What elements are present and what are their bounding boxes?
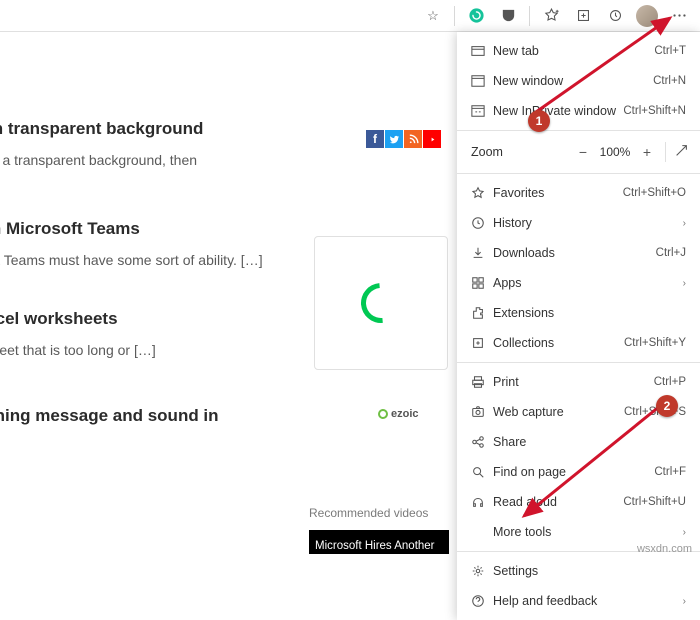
menu-inprivate[interactable]: New InPrivate window Ctrl+Shift+N <box>457 96 700 126</box>
menu-label: Collections <box>493 336 624 350</box>
inprivate-icon <box>471 104 493 118</box>
chevron-right-icon: › <box>683 218 686 229</box>
extensions-icon <box>471 306 493 320</box>
loading-spinner-icon <box>353 275 409 331</box>
print-icon <box>471 375 493 389</box>
rss-icon[interactable] <box>404 130 422 148</box>
collections-icon[interactable] <box>568 2 598 30</box>
shortcut: Ctrl+Shift+O <box>623 187 686 199</box>
menu-separator <box>457 362 700 363</box>
shortcut: Ctrl+P <box>654 376 686 388</box>
chevron-right-icon: › <box>683 278 686 289</box>
menu-label: Downloads <box>493 246 656 260</box>
video-tile[interactable]: Microsoft Hires Another <box>309 530 449 554</box>
favorites-icon <box>471 186 493 200</box>
web-capture-icon <box>471 405 493 419</box>
menu-label: Web capture <box>493 405 624 419</box>
shortcut: Ctrl+T <box>654 45 686 57</box>
read-aloud-icon <box>471 495 493 509</box>
browser-toolbar: ☆ <box>0 0 700 32</box>
menu-new-tab[interactable]: New tab Ctrl+T <box>457 36 700 66</box>
menu-find[interactable]: Find on page Ctrl+F <box>457 457 700 487</box>
grammarly-icon[interactable] <box>461 2 491 30</box>
zoom-in-button[interactable]: + <box>633 144 661 160</box>
shortcut: Ctrl+J <box>656 247 686 259</box>
menu-separator <box>457 173 700 174</box>
menu-collections[interactable]: Collections Ctrl+Shift+Y <box>457 328 700 358</box>
star-icon[interactable]: ☆ <box>418 2 448 30</box>
menu-share[interactable]: Share <box>457 427 700 457</box>
menu-label: Read aloud <box>493 495 623 509</box>
menu-label: New window <box>493 74 653 88</box>
history-icon <box>471 216 493 230</box>
zoom-out-button[interactable]: − <box>569 144 597 160</box>
find-icon <box>471 465 493 479</box>
recommended-videos: Recommended videos Microsoft Hires Anoth… <box>309 506 449 554</box>
menu-label: Apps <box>493 276 683 290</box>
separator <box>529 6 530 26</box>
menu-label: New InPrivate window <box>493 104 623 118</box>
shortcut: Ctrl+N <box>653 75 686 87</box>
favorites-icon[interactable] <box>536 2 566 30</box>
menu-label: Settings <box>493 564 686 578</box>
menu-label: Help and feedback <box>493 594 683 608</box>
fullscreen-button[interactable] <box>670 144 692 160</box>
menu-new-window[interactable]: New window Ctrl+N <box>457 66 700 96</box>
menu-history[interactable]: History › <box>457 208 700 238</box>
separator <box>454 6 455 26</box>
youtube-icon[interactable] <box>423 130 441 148</box>
menu-read-aloud[interactable]: Read aloud Ctrl+Shift+U <box>457 487 700 517</box>
menu-separator <box>457 130 700 131</box>
facebook-icon[interactable]: f <box>366 130 384 148</box>
annotation-badge-2: 2 <box>656 395 678 417</box>
chevron-right-icon: › <box>683 596 686 607</box>
twitter-icon[interactable] <box>385 130 403 148</box>
menu-help[interactable]: Help and feedback › <box>457 586 700 616</box>
social-icons: f <box>366 130 441 148</box>
new-window-icon <box>471 74 493 88</box>
profile-avatar[interactable] <box>632 2 662 30</box>
menu-label: Find on page <box>493 465 654 479</box>
menu-extensions[interactable]: Extensions <box>457 298 700 328</box>
shortcut: Ctrl+Shift+Y <box>624 337 686 349</box>
menu-label: History <box>493 216 683 230</box>
menu-downloads[interactable]: Downloads Ctrl+J <box>457 238 700 268</box>
downloads-icon <box>471 246 493 260</box>
article-excerpt: es with a transparent background, then <box>0 150 445 172</box>
menu-apps[interactable]: Apps › <box>457 268 700 298</box>
menu-label: Share <box>493 435 686 449</box>
shortcut: Ctrl+F <box>654 466 686 478</box>
menu-zoom: Zoom − 100% + <box>457 135 700 169</box>
menu-label: Favorites <box>493 186 623 200</box>
chevron-right-icon: › <box>683 527 686 538</box>
more-menu-button[interactable] <box>664 2 694 30</box>
annotation-badge-1: 1 <box>528 110 550 132</box>
browser-menu: New tab Ctrl+T New window Ctrl+N New InP… <box>457 32 700 620</box>
zoom-label: Zoom <box>471 145 526 159</box>
watermark: wsxdn.com <box>637 543 692 555</box>
ad-placeholder <box>314 236 448 370</box>
ublock-icon[interactable] <box>493 2 523 30</box>
ezoic-label[interactable]: ezoic <box>378 408 419 420</box>
collections-icon <box>471 336 493 350</box>
help-icon <box>471 594 493 608</box>
menu-label: New tab <box>493 44 654 58</box>
zoom-value: 100% <box>597 145 633 159</box>
menu-label: More tools <box>493 525 683 539</box>
menu-favorites[interactable]: Favorites Ctrl+Shift+O <box>457 178 700 208</box>
shortcut: Ctrl+Shift+U <box>623 496 686 508</box>
menu-print[interactable]: Print Ctrl+P <box>457 367 700 397</box>
gear-icon <box>471 564 493 578</box>
new-tab-icon <box>471 44 493 58</box>
shortcut: Ctrl+Shift+N <box>623 105 686 117</box>
share-icon <box>471 435 493 449</box>
menu-label: Print <box>493 375 654 389</box>
sync-icon[interactable] <box>600 2 630 30</box>
menu-label: Extensions <box>493 306 686 320</box>
apps-icon <box>471 276 493 290</box>
recommended-label: Recommended videos <box>309 506 449 520</box>
